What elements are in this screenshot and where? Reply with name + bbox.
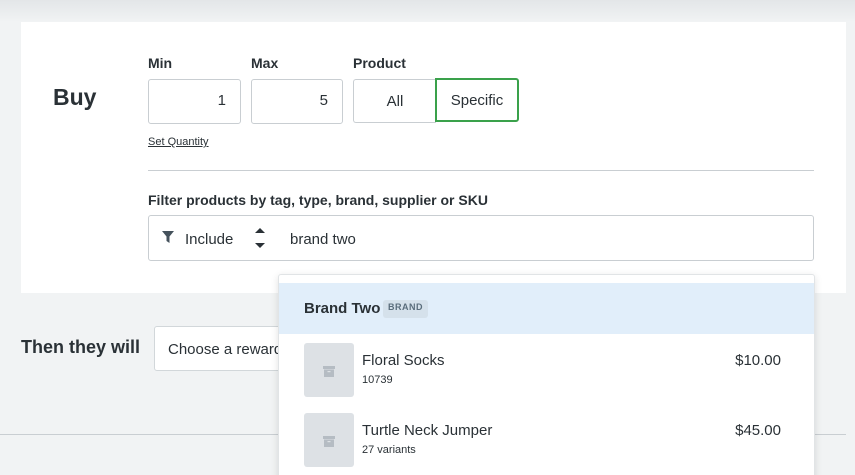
product-variants-count: 27 variants [362,444,416,456]
filter-mode-select[interactable]: Include [148,215,279,261]
choose-reward-select[interactable]: Choose a reward [154,326,294,371]
product-price: $45.00 [735,422,781,439]
buy-section-title: Buy [53,84,97,110]
set-quantity-link[interactable]: Set Quantity [148,136,209,148]
brand-type-badge: BRAND [383,300,428,318]
then-they-will-label: Then they will [21,337,141,357]
product-name: Turtle Neck Jumper [362,422,493,439]
min-quantity-input[interactable]: 1 [148,79,241,124]
box-icon [323,364,335,382]
product-thumbnail [304,413,354,467]
dropdown-caret [294,266,310,274]
product-all-option[interactable]: All [353,79,436,123]
filter-icon [162,231,174,249]
top-shadow [0,0,855,22]
product-filter-search-input[interactable]: brand two [278,215,814,261]
section-divider [148,170,814,171]
product-name: Floral Socks [362,352,445,369]
product-result-row[interactable]: Floral Socks 10739 $10.00 [279,343,814,405]
product-label: Product [353,55,406,71]
search-results-dropdown: Brand Two BRAND Floral Socks 10739 $10.0… [278,274,815,475]
up-down-stepper-icon [253,225,267,256]
max-label: Max [251,55,279,71]
product-sku: 10739 [362,374,393,386]
brand-result-name: Brand Two [304,300,381,317]
max-quantity-input[interactable]: 5 [251,79,343,124]
product-thumbnail [304,343,354,397]
brand-result-row[interactable]: Brand Two BRAND [279,283,814,334]
product-specific-option[interactable]: Specific [435,78,519,122]
box-icon [323,434,335,452]
product-price: $10.00 [735,352,781,369]
min-label: Min [148,55,173,71]
filter-mode-label: Include [185,231,234,248]
filter-label: Filter products by tag, type, brand, sup… [148,192,488,208]
product-result-row[interactable]: Turtle Neck Jumper 27 variants $45.00 [279,413,814,475]
